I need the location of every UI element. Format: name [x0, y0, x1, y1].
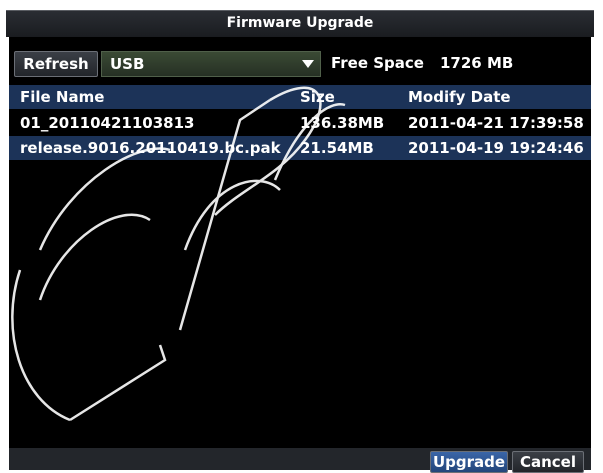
table-row[interactable]: release.9016.20110419.bc.pak 21.54MB 201… — [9, 136, 591, 160]
table-row[interactable]: 01_20110421103813 136.38MB 2011-04-21 17… — [9, 111, 591, 135]
chevron-down-icon[interactable] — [302, 60, 314, 68]
dialog-titlebar: Firmware Upgrade — [6, 10, 594, 37]
dialog-body: Refresh USB Free Space 1726 MB File Name… — [9, 37, 591, 473]
dialog-footer: Upgrade Cancel — [9, 448, 591, 473]
table-header: File Name Size Modify Date — [9, 85, 591, 109]
dialog-title: Firmware Upgrade — [226, 15, 374, 31]
toolbar: Refresh USB Free Space 1726 MB — [9, 49, 591, 77]
device-select-value: USB — [110, 55, 145, 73]
file-date-cell: 2011-04-19 19:24:46 — [408, 139, 584, 157]
file-date-cell: 2011-04-21 17:39:58 — [408, 114, 584, 132]
file-name-cell: 01_20110421103813 — [20, 114, 195, 132]
free-space-value: 1726 MB — [440, 54, 514, 72]
column-header-modify-date[interactable]: Modify Date — [408, 88, 511, 106]
file-size-cell: 21.54MB — [300, 139, 374, 157]
firmware-upgrade-dialog: Firmware Upgrade Refresh USB Free Space … — [0, 0, 603, 473]
file-size-cell: 136.38MB — [300, 114, 385, 132]
file-name-cell: release.9016.20110419.bc.pak — [20, 139, 281, 157]
free-space-label: Free Space — [331, 54, 424, 72]
refresh-button[interactable]: Refresh — [14, 51, 98, 77]
column-header-size[interactable]: Size — [300, 88, 335, 106]
column-header-file-name[interactable]: File Name — [20, 88, 104, 106]
device-select[interactable]: USB — [101, 51, 321, 77]
